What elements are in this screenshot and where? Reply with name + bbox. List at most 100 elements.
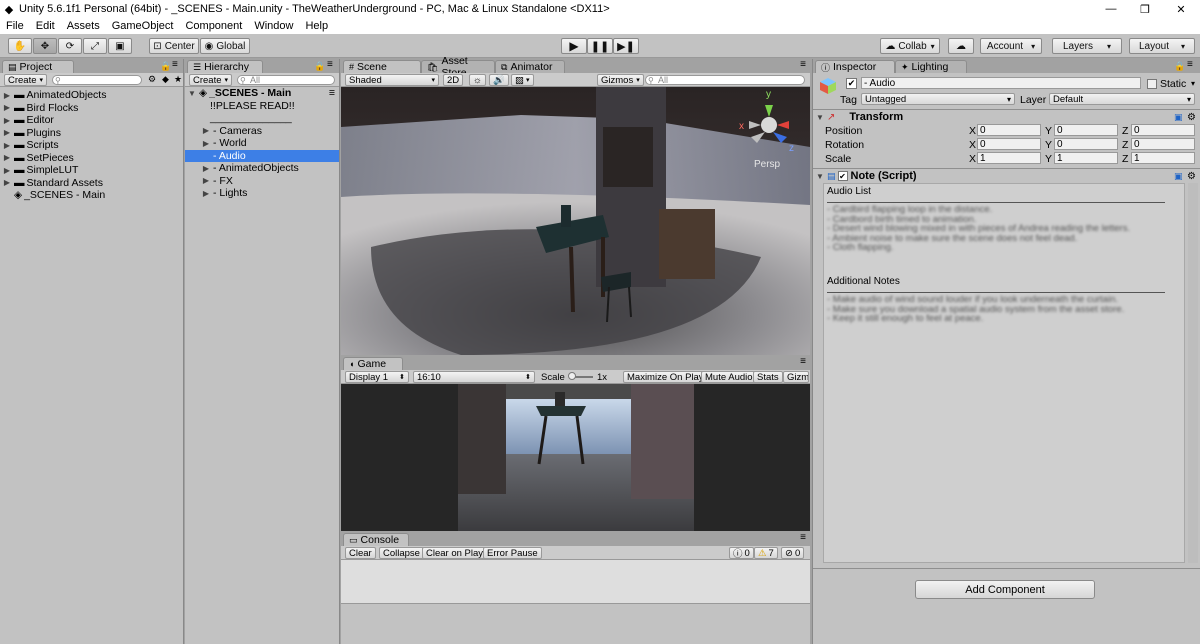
maximize-button[interactable]: ❐ — [1128, 0, 1162, 18]
rotate-tool-button[interactable]: ⟳ — [58, 38, 82, 54]
scene-root[interactable]: ▼ ◈ _SCENES - Main ≡ — [185, 87, 339, 100]
tab-animator[interactable]: ⧉ Animator — [495, 60, 565, 73]
console-clear-button[interactable]: Clear — [345, 547, 376, 559]
project-folder[interactable]: ▶ ▬ SetPieces — [0, 152, 183, 165]
pivot-center-button[interactable]: ⊡ Center — [149, 38, 199, 54]
console-error-pause-toggle[interactable]: Error Pause — [483, 547, 542, 559]
console-log-area[interactable] — [341, 560, 810, 604]
pivot-global-button[interactable]: ◉ Global — [200, 38, 250, 54]
scale-slider-thumb[interactable] — [568, 372, 576, 380]
position-y-field[interactable]: 0 — [1054, 124, 1118, 136]
script-enabled-checkbox[interactable]: ✔ — [837, 171, 848, 181]
project-folder[interactable]: ▶ ▬ Bird Flocks — [0, 102, 183, 115]
list-item[interactable]: ______________ — [185, 112, 339, 125]
lock-icon[interactable]: 🔒 — [160, 61, 171, 72]
stats-toggle[interactable]: Stats — [753, 371, 783, 383]
component-settings-icon[interactable]: ⚙ — [1187, 112, 1196, 123]
scale-tool-button[interactable]: ⤢ — [83, 38, 107, 54]
inspector-scrollbar[interactable] — [1188, 183, 1198, 563]
layers-dropdown[interactable]: Layers ▾ — [1052, 38, 1122, 54]
menu-component[interactable]: Component — [179, 20, 248, 32]
play-button[interactable]: ▶ — [561, 38, 587, 54]
lock-icon[interactable]: 🔒 — [314, 61, 325, 72]
cloud-services-button[interactable]: ☁ — [948, 38, 974, 54]
list-item[interactable]: ▶ - AnimatedObjects — [185, 162, 339, 175]
panel-menu-icon[interactable]: ≡ — [800, 59, 806, 70]
tab-lighting[interactable]: ✦ Lighting — [895, 60, 967, 73]
help-icon[interactable]: ▣ — [1174, 112, 1183, 123]
minimize-button[interactable]: — — [1094, 0, 1128, 18]
menu-help[interactable]: Help — [299, 20, 334, 32]
layout-dropdown[interactable]: Layout ▾ — [1129, 38, 1195, 54]
project-scene-asset[interactable]: ◈ _SCENES - Main — [0, 189, 183, 202]
component-settings-icon[interactable]: ⚙ — [1187, 171, 1196, 182]
static-dropdown-icon[interactable]: ▾ — [1191, 79, 1195, 88]
position-z-field[interactable]: 0 — [1131, 124, 1195, 136]
menu-assets[interactable]: Assets — [61, 20, 106, 32]
project-create-button[interactable]: Create ▾ — [4, 74, 48, 86]
project-folder[interactable]: ▶ ▬ Editor — [0, 114, 183, 127]
menu-gameobject[interactable]: GameObject — [106, 20, 180, 32]
transform-header[interactable]: ▼ ↗ Transform ▣ ⚙ — [813, 110, 1200, 124]
tab-game[interactable]: ◖ Game — [343, 357, 403, 370]
hierarchy-create-button[interactable]: Create ▾ — [189, 74, 233, 86]
scale-y-field[interactable]: 1 — [1054, 152, 1118, 164]
filter-label-icon[interactable]: ◆ — [162, 74, 169, 85]
project-search-input[interactable]: ⚲ — [52, 75, 142, 85]
list-item[interactable]: !!PLEASE READ!! — [185, 100, 339, 113]
list-item[interactable]: ▶ - World — [185, 137, 339, 150]
scale-x-field[interactable]: 1 — [977, 152, 1041, 164]
rotation-x-field[interactable]: 0 — [977, 138, 1041, 150]
favorite-icon[interactable]: ★ — [174, 74, 182, 85]
pause-button[interactable]: ❚❚ — [587, 38, 613, 54]
account-dropdown[interactable]: Account ▾ — [980, 38, 1042, 54]
console-error-toggle[interactable]: ⊘ 0 — [781, 547, 805, 559]
shading-mode-dropdown[interactable]: Shaded ▾ — [345, 74, 439, 86]
2d-toggle[interactable]: 2D — [443, 74, 464, 86]
project-folder[interactable]: ▶ ▬ Scripts — [0, 139, 183, 152]
list-item[interactable]: ▶ - Lights — [185, 187, 339, 200]
list-item[interactable]: ▶ - Cameras — [185, 125, 339, 138]
tag-dropdown[interactable]: Untagged — [861, 93, 1015, 105]
tab-asset-store[interactable]: 🛍Asset Store — [421, 55, 495, 79]
project-folder[interactable]: ▶ ▬ AnimatedObjects — [0, 89, 183, 102]
panel-menu-icon[interactable]: ≡ — [327, 59, 333, 70]
lock-icon[interactable]: 🔒 — [1174, 61, 1185, 72]
move-tool-button[interactable]: ✥ — [33, 38, 57, 54]
list-item[interactable]: ▶ - FX — [185, 175, 339, 188]
game-viewport[interactable] — [341, 384, 810, 531]
rotation-y-field[interactable]: 0 — [1054, 138, 1118, 150]
console-collapse-toggle[interactable]: Collapse — [379, 547, 424, 559]
step-button[interactable]: ▶❚ — [613, 38, 639, 54]
hand-tool-button[interactable]: ✋ — [8, 38, 32, 54]
project-folder[interactable]: ▶ ▬ SimpleLUT — [0, 164, 183, 177]
project-folder[interactable]: ▶ ▬ Plugins — [0, 127, 183, 140]
active-checkbox[interactable]: ✔ — [846, 78, 857, 89]
console-clear-on-play-toggle[interactable]: Clear on Play — [422, 547, 488, 559]
maximize-on-play-toggle[interactable]: Maximize On Play — [623, 371, 708, 383]
display-dropdown[interactable]: Display 1 ⬍ — [345, 371, 409, 383]
tab-scene[interactable]: # Scene — [343, 60, 421, 73]
mute-audio-toggle[interactable]: Mute Audio — [701, 371, 757, 383]
tab-hierarchy[interactable]: ☰ Hierarchy — [187, 60, 263, 73]
aspect-dropdown[interactable]: 16:10 ⬍ — [413, 371, 535, 383]
note-script-header[interactable]: ▼ ▤ ✔ Note (Script) ▣ ⚙ — [813, 169, 1200, 183]
rect-tool-button[interactable]: ▣ — [108, 38, 132, 54]
scale-z-field[interactable]: 1 — [1131, 152, 1195, 164]
console-warning-toggle[interactable]: ⚠ 7 — [754, 547, 778, 559]
list-item-selected[interactable]: - Audio — [185, 149, 339, 162]
scene-viewport[interactable]: y x z Persp — [341, 87, 810, 355]
panel-menu-icon[interactable]: ≡ — [1187, 59, 1193, 70]
tab-project[interactable]: ▤ Project — [2, 60, 74, 73]
layer-dropdown[interactable]: Default — [1049, 93, 1195, 105]
console-info-toggle[interactable]: ⓘ 0 — [729, 547, 754, 560]
effects-dropdown[interactable]: ▨ ▾ — [511, 74, 534, 86]
help-icon[interactable]: ▣ — [1174, 171, 1183, 182]
panel-menu-icon[interactable]: ≡ — [172, 59, 178, 70]
add-component-button[interactable]: Add Component — [915, 580, 1095, 599]
gizmos-dropdown[interactable]: Gizmos ▾ — [597, 74, 644, 86]
object-name-field[interactable]: - Audio — [861, 77, 1141, 89]
position-x-field[interactable]: 0 — [977, 124, 1041, 136]
collab-dropdown[interactable]: ☁ Collab ▾ — [880, 38, 940, 54]
audio-toggle[interactable]: 🔊 — [489, 74, 509, 86]
